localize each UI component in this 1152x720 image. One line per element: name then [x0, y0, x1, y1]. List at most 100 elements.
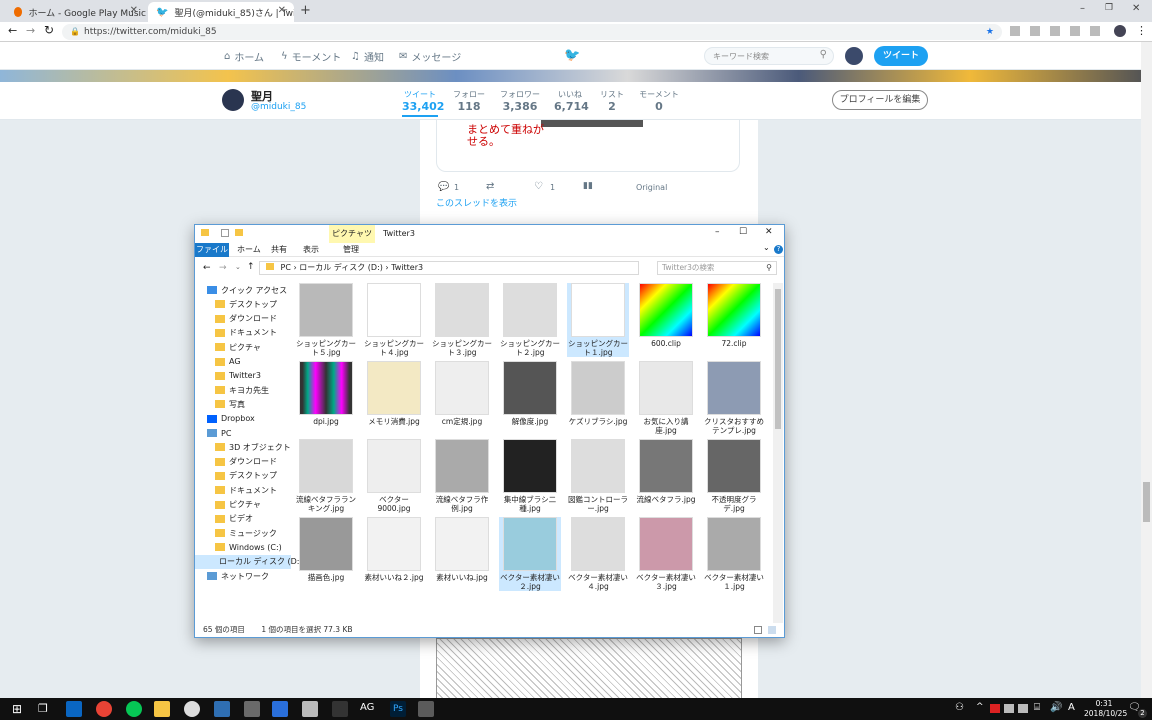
reload-icon[interactable]: ↻ — [44, 23, 54, 37]
nav-item[interactable]: ネットワーク — [195, 569, 269, 583]
file-item[interactable]: ベクター素材凄い４.jpg — [567, 517, 629, 591]
analytics-icon[interactable]: ▮▮ — [583, 181, 593, 191]
minimize-icon[interactable]: – — [1080, 3, 1085, 14]
itunes-icon[interactable] — [184, 701, 200, 717]
tab-manage[interactable]: 管理 — [343, 244, 359, 255]
back-icon[interactable]: ← — [8, 24, 17, 37]
chrome-icon[interactable] — [96, 701, 112, 717]
original-link[interactable]: Original — [636, 183, 667, 192]
nav-item[interactable]: キヨカ先生 — [195, 383, 269, 397]
close-icon[interactable]: ✕ — [765, 227, 773, 237]
nav-item[interactable]: 写真 — [195, 397, 245, 411]
file-item[interactable]: 集中線ブラシ二種.jpg — [499, 439, 561, 513]
scrollbar-thumb[interactable] — [775, 289, 781, 429]
nav-item[interactable]: ミュージック — [195, 526, 277, 540]
chevron-down-icon[interactable]: ⌄ — [763, 243, 770, 252]
menu-dots-icon[interactable]: ⋮ — [1136, 24, 1147, 37]
thumbnail-view-icon[interactable] — [768, 626, 776, 634]
stat-followers[interactable]: フォロワー 3,386 — [500, 89, 540, 113]
nav-item[interactable]: ピクチャ — [195, 498, 261, 512]
edit-profile-button[interactable]: プロフィールを編集 — [832, 90, 928, 110]
twitter-logo-icon[interactable]: 🐦 — [564, 48, 580, 63]
nav-item[interactable]: 3D オブジェクト — [195, 440, 291, 454]
stat-moments[interactable]: モーメント 0 — [638, 89, 680, 113]
file-scrollbar[interactable] — [773, 283, 783, 623]
file-item[interactable]: ショッピングカート３.jpg — [431, 283, 493, 357]
nav-item[interactable]: Dropbox — [195, 412, 255, 426]
nav-item[interactable]: ローカル ディスク (D:) — [195, 554, 303, 569]
file-item[interactable]: 72.clip — [703, 283, 765, 348]
nav-messages[interactable]: ✉ メッセージ — [399, 49, 461, 64]
stat-lists[interactable]: リスト 2 — [598, 89, 626, 113]
file-item[interactable]: ショッピングカート４.jpg — [363, 283, 425, 357]
nav-item[interactable]: ドキュメント — [195, 483, 277, 497]
nav-item[interactable]: PC — [195, 426, 231, 440]
breadcrumb-item[interactable]: Twitter3 — [391, 263, 423, 272]
nav-item[interactable]: デスクトップ — [195, 297, 277, 311]
file-item[interactable]: 流線ベタフラ作例.jpg — [431, 439, 493, 513]
file-item[interactable]: ケズリブラシ.jpg — [567, 361, 629, 426]
show-thread-link[interactable]: このスレッドを表示 — [436, 196, 517, 209]
file-item[interactable]: ベクター素材凄い１.jpg — [703, 517, 765, 591]
extension-icon[interactable] — [1090, 26, 1100, 36]
nav-home[interactable]: ⌂ ホーム — [224, 49, 264, 64]
nav-item[interactable]: ビデオ — [195, 512, 253, 526]
nav-item[interactable]: ピクチャ — [195, 340, 261, 354]
nav-notifications[interactable]: ♫ 通知 — [351, 49, 384, 64]
file-item[interactable]: お気に入り講座.jpg — [635, 361, 697, 435]
file-item[interactable]: 流線ベタフラ.jpg — [635, 439, 697, 504]
file-item[interactable]: ショッピングカート１.jpg — [567, 283, 629, 357]
tab-home[interactable]: ホーム — [237, 244, 261, 255]
windows-start-icon[interactable]: ⊞ — [12, 702, 22, 716]
breadcrumb[interactable]: PC › ローカル ディスク (D:) › Twitter3 — [259, 261, 639, 275]
clip-studio-icon[interactable] — [418, 701, 434, 717]
recent-chevron-icon[interactable]: ⌄ — [235, 263, 241, 271]
stat-following[interactable]: フォロー 118 — [452, 89, 486, 113]
close-icon[interactable]: ✕ — [278, 5, 286, 16]
tab-google-play-music[interactable]: ホーム - Google Play Music ✕ — [6, 2, 146, 22]
file-item[interactable]: 素材いいね２.jpg — [363, 517, 425, 582]
profile-avatar[interactable] — [222, 89, 244, 111]
file-item[interactable]: ショッピングカート２.jpg — [499, 283, 561, 357]
chevron-up-icon[interactable]: ^ — [976, 702, 984, 712]
back-icon[interactable]: ← — [203, 263, 211, 273]
task-view-icon[interactable]: ❐ — [38, 702, 48, 715]
minimize-icon[interactable]: – — [715, 227, 720, 237]
file-item[interactable]: 流線ベタフラランキング.jpg — [295, 439, 357, 513]
ag-app-icon[interactable]: AG — [360, 702, 374, 713]
file-item[interactable]: メモリ消費.jpg — [363, 361, 425, 426]
nav-item[interactable]: Twitter3 — [195, 369, 261, 383]
nav-item[interactable]: ダウンロード — [195, 312, 277, 326]
tweet-media[interactable]: まとめて重ねがせる。 — [436, 120, 740, 172]
explorer-search-input[interactable]: Twitter3の検索 ⚲ — [657, 261, 777, 275]
file-item[interactable]: 図鑑コントローラー.jpg — [567, 439, 629, 513]
properties-icon[interactable] — [221, 229, 229, 237]
nav-item[interactable]: クイック アクセス — [195, 283, 287, 297]
file-item[interactable]: クリスタおすすめテンプレ.jpg — [703, 361, 765, 435]
app-icon[interactable] — [272, 701, 288, 717]
clock[interactable]: 0:31 2018/10/25 — [1084, 699, 1127, 719]
breadcrumb-item[interactable]: PC — [281, 263, 291, 272]
retweet-icon[interactable]: ⇄ — [486, 181, 494, 192]
tab-twitter[interactable]: 🐦 聖月(@miduki_85)さん | Twitter ✕ — [148, 2, 294, 22]
file-item[interactable]: cm定規.jpg — [431, 361, 493, 426]
maximize-icon[interactable]: ❐ — [1105, 3, 1113, 13]
page-scrollbar[interactable] — [1141, 42, 1152, 698]
app-icon[interactable] — [302, 701, 318, 717]
bookmark-star-icon[interactable]: ★ — [986, 24, 994, 40]
stat-likes[interactable]: いいね 6,714 — [554, 89, 589, 113]
file-item[interactable]: 素材いいね.jpg — [431, 517, 493, 582]
nav-item[interactable]: AG — [195, 355, 241, 369]
photoshop-icon[interactable]: Ps — [390, 701, 406, 717]
scrollbar-thumb[interactable] — [1143, 482, 1150, 522]
extension-icon[interactable] — [1070, 26, 1080, 36]
stat-tweets[interactable]: ツイート 33,402 — [402, 89, 444, 117]
nav-item[interactable]: ダウンロード — [195, 455, 277, 469]
twitter-search-input[interactable]: キーワード検索 ⚲ — [704, 47, 834, 65]
file-item[interactable]: 不透明度グラデ.jpg — [703, 439, 765, 513]
new-folder-icon[interactable] — [235, 229, 243, 236]
tray-icon[interactable] — [1018, 704, 1028, 713]
file-item[interactable]: 解像度.jpg — [499, 361, 561, 426]
tray-icon[interactable] — [1004, 704, 1014, 713]
file-item[interactable]: dpi.jpg — [295, 361, 357, 426]
